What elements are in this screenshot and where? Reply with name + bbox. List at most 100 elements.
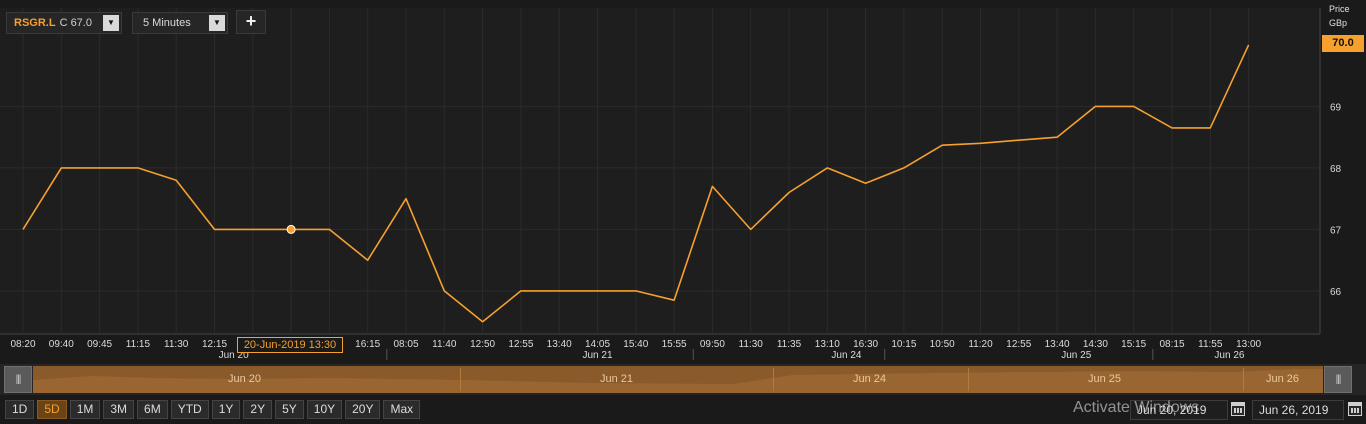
navigator-left-handle[interactable]: ||| xyxy=(4,366,32,393)
y-tick-label: 69 xyxy=(1330,102,1342,113)
navigator-divider xyxy=(460,368,461,391)
navigator-label: Jun 26 xyxy=(1266,373,1300,385)
x-tick-label: 10:50 xyxy=(930,339,955,350)
range-button-10y[interactable]: 10Y xyxy=(306,400,343,419)
interval-dropdown[interactable]: 5 Minutes ▼ xyxy=(132,12,228,34)
calendar-icon[interactable] xyxy=(1231,402,1245,416)
x-tick-label: 12:15 xyxy=(202,339,227,350)
x-tick-label: 11:30 xyxy=(739,339,764,350)
range-button-5d[interactable]: 5D xyxy=(37,400,67,419)
axis-header-unit: GBp xyxy=(1329,18,1348,28)
data-point xyxy=(1016,137,1022,143)
x-tick-label: 11:35 xyxy=(777,339,802,350)
y-tick-label: 67 xyxy=(1330,225,1342,236)
range-button-2y[interactable]: 2Y xyxy=(243,400,273,419)
range-button-1d[interactable]: 1D xyxy=(5,400,35,419)
chevron-down-icon[interactable]: ▼ xyxy=(103,15,119,31)
range-button-20y[interactable]: 20Y xyxy=(345,400,381,419)
x-tick-label: 11:55 xyxy=(1198,339,1223,350)
x-tick-label: 10:15 xyxy=(891,339,916,350)
axis-header-price: Price xyxy=(1329,4,1350,14)
date-tick-label: Jun 25 xyxy=(1061,350,1091,361)
x-tick-label: 14:05 xyxy=(585,339,610,350)
data-point xyxy=(480,319,486,325)
date-tick-label: Jun 26 xyxy=(1214,350,1244,361)
data-point xyxy=(671,297,677,303)
x-tick-label: 08:05 xyxy=(393,339,418,350)
range-button-3m[interactable]: 3M xyxy=(103,400,135,419)
date-tick-label: Jun 21 xyxy=(582,350,612,361)
data-point xyxy=(403,196,409,202)
calendar-icon[interactable] xyxy=(1348,402,1362,416)
navigator-divider xyxy=(773,368,774,391)
navigator-window[interactable]: Jun 20 Jun 21 Jun 24 Jun 25 Jun 26 xyxy=(33,366,1323,393)
data-point xyxy=(824,165,830,171)
range-button-ytd[interactable]: YTD xyxy=(170,400,209,419)
y-tick-label: 66 xyxy=(1330,287,1342,298)
price-chart[interactable]: 66 67 68 69 08:20 09:40 09:45 11:15 11:30 12:15 12… xyxy=(0,0,1366,364)
y-tick-label: 68 xyxy=(1330,164,1342,175)
plot-area xyxy=(0,8,1320,334)
x-tick-label: 16:15 xyxy=(355,339,380,350)
x-tick-label: 11:15 xyxy=(126,339,151,350)
x-tick-label: 13:40 xyxy=(547,339,572,350)
navigator[interactable]: ||| Jun 20 Jun 21 Jun 24 Jun 25 Jun 26 |… xyxy=(0,364,1366,395)
navigator-label: Jun 20 xyxy=(228,373,262,385)
data-point xyxy=(863,180,869,186)
data-point xyxy=(518,288,524,294)
data-point xyxy=(709,183,715,189)
data-point xyxy=(978,140,984,146)
data-point xyxy=(1169,125,1175,131)
x-tick-label: 08:20 xyxy=(10,339,35,350)
x-tick-label: 15:55 xyxy=(662,339,687,350)
data-point xyxy=(748,226,754,232)
data-point xyxy=(58,165,64,171)
navigator-right-handle[interactable]: ||| xyxy=(1324,366,1352,393)
range-buttons: 1D 5D 1M 3M 6M YTD 1Y 2Y 5Y 10Y 20Y Max xyxy=(5,400,421,419)
data-point xyxy=(1207,125,1213,131)
data-point xyxy=(939,142,945,148)
data-point xyxy=(365,257,371,263)
navigator-label: Jun 25 xyxy=(1088,373,1122,385)
x-tick-label: 13:40 xyxy=(1045,339,1070,350)
data-point xyxy=(97,165,103,171)
end-date-field[interactable]: Jun 26, 2019 xyxy=(1252,400,1344,420)
range-button-1m[interactable]: 1M xyxy=(69,400,101,419)
x-tick-label: 13:10 xyxy=(815,339,840,350)
interval-value: 5 Minutes xyxy=(143,17,191,29)
highlight-marker xyxy=(286,224,296,234)
data-point xyxy=(1246,42,1252,48)
x-tick-label: 16:30 xyxy=(853,339,878,350)
activate-windows-watermark: Activate Windows xyxy=(1073,399,1200,416)
x-tick-label: 12:50 xyxy=(470,339,495,350)
x-tick-label: 12:55 xyxy=(508,339,533,350)
data-point xyxy=(173,177,179,183)
range-button-5y[interactable]: 5Y xyxy=(275,400,304,419)
last-price-tag: 70.0 xyxy=(1322,35,1364,52)
x-tick-label: 14:30 xyxy=(1083,339,1108,350)
data-point xyxy=(326,226,332,232)
range-button-max[interactable]: Max xyxy=(383,400,421,419)
data-point xyxy=(556,288,562,294)
navigator-divider xyxy=(1243,368,1244,391)
crosshair-date-label: 20-Jun-2019 13:30 xyxy=(237,337,343,353)
data-point xyxy=(633,288,639,294)
x-tick-label: 13:00 xyxy=(1236,339,1261,350)
close-price-label: C 67.0 xyxy=(59,17,92,29)
data-point xyxy=(1054,134,1060,140)
x-tick-label: 12:55 xyxy=(1006,339,1031,350)
data-point xyxy=(595,288,601,294)
x-tick-label: 09:40 xyxy=(49,339,74,350)
range-button-1y[interactable]: 1Y xyxy=(211,400,241,419)
add-series-button[interactable]: + xyxy=(236,10,266,34)
data-point xyxy=(135,165,141,171)
x-tick-label: 11:40 xyxy=(432,339,457,350)
data-point xyxy=(1131,103,1137,109)
range-button-6m[interactable]: 6M xyxy=(137,400,168,419)
date-tick-label: Jun 24 xyxy=(831,350,861,361)
navigator-divider xyxy=(968,368,969,391)
ric-selector[interactable]: RSGR.L C 67.0 ▼ xyxy=(6,12,122,34)
data-point xyxy=(1092,103,1098,109)
data-point xyxy=(212,226,218,232)
chevron-down-icon[interactable]: ▼ xyxy=(209,15,225,31)
